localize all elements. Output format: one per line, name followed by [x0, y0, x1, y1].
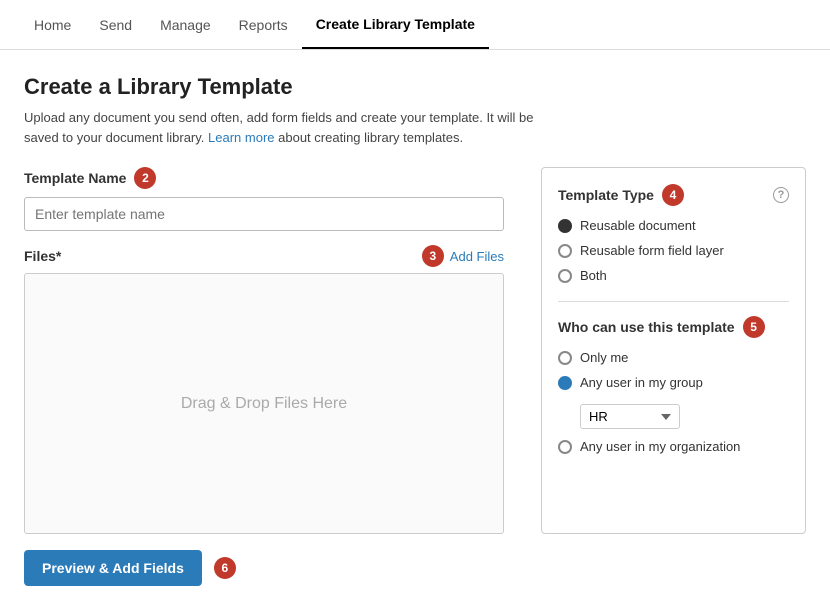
- learn-more-link[interactable]: Learn more: [208, 130, 274, 145]
- group-select[interactable]: HR Finance IT Marketing: [580, 404, 680, 429]
- form-layout: Template Name 2 Files* 3 Add Files Drag …: [24, 167, 806, 534]
- step-badge-6: 6: [214, 557, 236, 579]
- radio-label-any-group: Any user in my group: [580, 375, 703, 390]
- template-type-label: Template Type: [558, 187, 654, 203]
- radio-reusable-document[interactable]: Reusable document: [558, 218, 789, 233]
- step-badge-4: 4: [662, 184, 684, 206]
- who-can-use-header: Who can use this template 5: [558, 316, 789, 338]
- radio-circle-any-group: [558, 376, 572, 390]
- radio-label-reusable: Reusable document: [580, 218, 696, 233]
- radio-circle-only-me: [558, 351, 572, 365]
- radio-circle-reusable: [558, 219, 572, 233]
- bottom-area: Preview & Add Fields 6: [24, 550, 806, 586]
- help-icon[interactable]: ?: [773, 187, 789, 203]
- radio-any-org[interactable]: Any user in my organization: [558, 439, 789, 454]
- who-can-use-label: Who can use this template: [558, 319, 735, 335]
- template-type-header: Template Type 4 ?: [558, 184, 789, 206]
- radio-label-both: Both: [580, 268, 607, 283]
- template-name-label: Template Name: [24, 170, 126, 186]
- right-panel: Template Type 4 ? Reusable document Reus…: [541, 167, 806, 534]
- files-label: Files*: [24, 248, 61, 264]
- preview-add-fields-button[interactable]: Preview & Add Fields: [24, 550, 202, 586]
- step-badge-3: 3: [422, 245, 444, 267]
- page-description: Upload any document you send often, add …: [24, 108, 806, 147]
- drop-zone-text: Drag & Drop Files Here: [181, 395, 347, 413]
- nav-send[interactable]: Send: [85, 0, 146, 49]
- top-navigation: Home Send Manage Reports Create Library …: [0, 0, 830, 50]
- radio-circle-form-field: [558, 244, 572, 258]
- nav-home[interactable]: Home: [20, 0, 85, 49]
- radio-circle-both: [558, 269, 572, 283]
- add-files-link[interactable]: Add Files: [450, 249, 504, 264]
- template-name-label-row: Template Name 2: [24, 167, 521, 189]
- radio-label-only-me: Only me: [580, 350, 628, 365]
- nav-create-library-template[interactable]: Create Library Template: [302, 0, 489, 49]
- radio-form-field-layer[interactable]: Reusable form field layer: [558, 243, 789, 258]
- template-name-input[interactable]: [24, 197, 504, 231]
- radio-label-any-org: Any user in my organization: [580, 439, 740, 454]
- panel-divider: [558, 301, 789, 302]
- radio-any-user-group[interactable]: Any user in my group: [558, 375, 789, 390]
- step-badge-2: 2: [134, 167, 156, 189]
- files-header: Files* 3 Add Files: [24, 245, 504, 267]
- main-content: Create a Library Template Upload any doc…: [0, 50, 830, 606]
- step-badge-5: 5: [743, 316, 765, 338]
- radio-both[interactable]: Both: [558, 268, 789, 283]
- left-column: Template Name 2 Files* 3 Add Files Drag …: [24, 167, 521, 534]
- radio-label-form-field: Reusable form field layer: [580, 243, 724, 258]
- nav-manage[interactable]: Manage: [146, 0, 225, 49]
- radio-only-me[interactable]: Only me: [558, 350, 789, 365]
- page-title: Create a Library Template: [24, 74, 806, 100]
- add-files-area: 3 Add Files: [422, 245, 504, 267]
- group-select-wrapper: HR Finance IT Marketing: [580, 404, 789, 429]
- nav-reports[interactable]: Reports: [225, 0, 302, 49]
- radio-circle-any-org: [558, 440, 572, 454]
- file-drop-zone[interactable]: Drag & Drop Files Here: [24, 273, 504, 534]
